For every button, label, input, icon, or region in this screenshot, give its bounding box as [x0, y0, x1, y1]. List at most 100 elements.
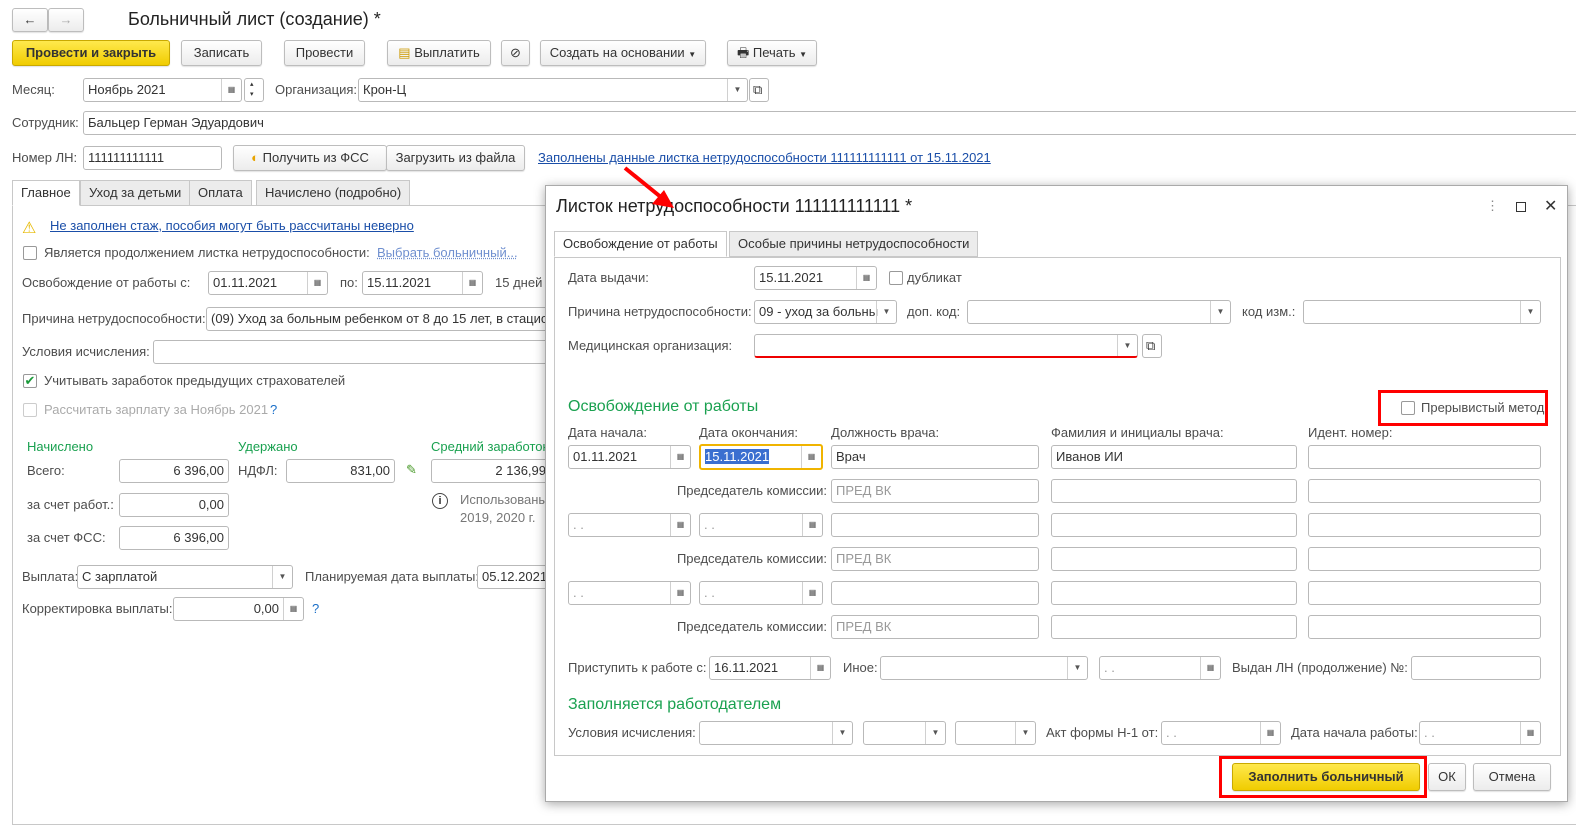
print-button[interactable]: 🖶 Печать ▼: [727, 40, 817, 66]
calendar-icon[interactable]: ▦: [670, 582, 690, 604]
save-button[interactable]: Записать: [181, 40, 262, 66]
calendar-icon[interactable]: ▦: [670, 514, 690, 536]
help-link[interactable]: ?: [270, 398, 277, 422]
chair-name-field[interactable]: [1051, 479, 1297, 503]
calendar-icon[interactable]: ▦: [221, 79, 241, 101]
issued-field[interactable]: [1411, 656, 1541, 680]
month-field[interactable]: Ноябрь 2021 ▦: [83, 78, 242, 102]
calendar-icon[interactable]: ▦: [802, 582, 822, 604]
release-from-field[interactable]: 01.11.2021 ▦: [208, 271, 328, 295]
start-date-field-2[interactable]: . . ▦: [568, 513, 691, 537]
org-field[interactable]: Крон-Ц ▼: [358, 78, 748, 102]
end-date-field-2[interactable]: . . ▦: [699, 513, 823, 537]
med-org-open-button[interactable]: ⧉: [1142, 334, 1162, 358]
warning-link[interactable]: Не заполнен стаж, пособия могут быть рас…: [50, 214, 414, 238]
end-date-field[interactable]: 15.11.2021 ▦: [699, 444, 823, 470]
payout-select[interactable]: С зарплатой ▼: [77, 565, 293, 589]
ln-field[interactable]: 111111111111: [83, 146, 222, 170]
calendar-icon[interactable]: ▦: [1520, 722, 1540, 744]
chair-ident-field-3[interactable]: [1308, 615, 1541, 639]
chevron-down-icon[interactable]: ▼: [1067, 657, 1087, 679]
post-button[interactable]: Провести: [284, 40, 365, 66]
more-icon[interactable]: ⋮: [1486, 198, 1499, 214]
tab-child-care[interactable]: Уход за детьми: [80, 180, 191, 206]
calendar-icon[interactable]: ▦: [307, 272, 327, 294]
start-date-field-3[interactable]: . . ▦: [568, 581, 691, 605]
calendar-icon[interactable]: ▦: [810, 657, 830, 679]
act-date-field[interactable]: . . ▦: [1161, 721, 1281, 745]
pay-button[interactable]: ▤ Выплатить: [387, 40, 491, 66]
get-fss-button[interactable]: ◐ Получить из ФСС: [233, 145, 387, 171]
dialog-tab-release[interactable]: Освобождение от работы: [554, 231, 727, 257]
load-file-button[interactable]: Загрузить из файла: [386, 145, 525, 171]
end-date-field-3[interactable]: . . ▦: [699, 581, 823, 605]
calendar-icon[interactable]: ▦: [856, 267, 876, 289]
med-org-select[interactable]: ▼: [754, 334, 1138, 358]
doctor-field[interactable]: Иванов ИИ: [1051, 445, 1297, 469]
chair-name-field-2[interactable]: [1051, 547, 1297, 571]
back-button[interactable]: ←: [12, 8, 48, 32]
calendar-icon[interactable]: ▦: [801, 446, 821, 468]
calendar-icon[interactable]: ▦: [1260, 722, 1280, 744]
doctor-field-3[interactable]: [1051, 581, 1297, 605]
calc-salary-checkbox[interactable]: [23, 403, 37, 417]
pencil-icon[interactable]: ✎: [406, 462, 417, 478]
chair-position-field-3[interactable]: ПРЕД ВК: [831, 615, 1039, 639]
other-select[interactable]: ▼: [880, 656, 1088, 680]
issue-date-field[interactable]: 15.11.2021 ▦: [754, 266, 877, 290]
cancel-button[interactable]: Отмена: [1473, 763, 1551, 791]
doctor-field-2[interactable]: [1051, 513, 1297, 537]
tab-main[interactable]: Главное: [12, 180, 80, 206]
reason-select[interactable]: 09 - уход за больны ▼: [754, 300, 897, 324]
maximize-icon[interactable]: [1516, 202, 1526, 212]
post-close-button[interactable]: Провести и закрыть: [12, 40, 170, 66]
cond-select-1[interactable]: ▼: [699, 721, 853, 745]
chevron-down-icon[interactable]: ▼: [876, 301, 896, 323]
calendar-icon[interactable]: ▦: [462, 272, 482, 294]
employee-field[interactable]: Бальцер Герман Эдуардович: [83, 111, 1576, 135]
ident-field[interactable]: [1308, 445, 1541, 469]
change-code-select[interactable]: ▼: [1303, 300, 1541, 324]
calendar-icon[interactable]: ▦: [670, 446, 690, 468]
calculator-icon[interactable]: ▦: [283, 598, 303, 620]
chair-position-field-2[interactable]: ПРЕД ВК: [831, 547, 1039, 571]
ident-field-2[interactable]: [1308, 513, 1541, 537]
month-spinner[interactable]: ▴ ▾: [244, 78, 264, 102]
fill-sick-button[interactable]: Заполнить больничный: [1232, 763, 1420, 791]
org-open-button[interactable]: ⧉: [749, 78, 769, 102]
chair-ident-field[interactable]: [1308, 479, 1541, 503]
start-date-field[interactable]: 01.11.2021 ▦: [568, 445, 691, 469]
cond-select-2[interactable]: ▼: [863, 721, 946, 745]
position-field-3[interactable]: [831, 581, 1039, 605]
chevron-down-icon[interactable]: ▼: [1210, 301, 1230, 323]
reason-field[interactable]: (09) Уход за больным ребенком от 8 до 15…: [206, 307, 551, 331]
return-date-field[interactable]: 16.11.2021 ▦: [709, 656, 831, 680]
create-based-button[interactable]: Создать на основании ▼: [540, 40, 706, 66]
position-field[interactable]: Врач: [831, 445, 1039, 469]
extra-code-select[interactable]: ▼: [967, 300, 1231, 324]
ok-button[interactable]: ОК: [1428, 763, 1466, 791]
chair-ident-field-2[interactable]: [1308, 547, 1541, 571]
corr-help[interactable]: ?: [312, 597, 319, 621]
prev-insurers-checkbox[interactable]: ✔: [23, 374, 37, 388]
cond-field[interactable]: [153, 340, 551, 364]
work-start-field[interactable]: . . ▦: [1419, 721, 1541, 745]
chevron-down-icon[interactable]: ▼: [832, 722, 852, 744]
release-to-field[interactable]: 15.11.2021 ▦: [362, 271, 483, 295]
calendar-icon[interactable]: ▦: [802, 514, 822, 536]
tab-payment[interactable]: Оплата: [189, 180, 252, 206]
position-field-2[interactable]: [831, 513, 1039, 537]
chair-position-field[interactable]: ПРЕД ВК: [831, 479, 1039, 503]
dialog-tab-special[interactable]: Особые причины нетрудоспособности: [729, 231, 979, 257]
attach-button[interactable]: ⊘: [501, 40, 530, 66]
tab-accrued-detail[interactable]: Начислено (подробно): [256, 180, 411, 206]
forward-button[interactable]: →: [48, 8, 84, 32]
chevron-down-icon[interactable]: ▼: [727, 79, 747, 101]
other-date-field[interactable]: . . ▦: [1099, 656, 1221, 680]
chevron-down-icon[interactable]: ▼: [1015, 722, 1035, 744]
choose-sick-link[interactable]: Выбрать больничный...: [377, 241, 518, 265]
close-icon[interactable]: ✕: [1544, 196, 1557, 216]
chevron-down-icon[interactable]: ▼: [272, 566, 292, 588]
intermittent-checkbox[interactable]: [1401, 401, 1415, 415]
duplicate-checkbox[interactable]: [889, 271, 903, 285]
